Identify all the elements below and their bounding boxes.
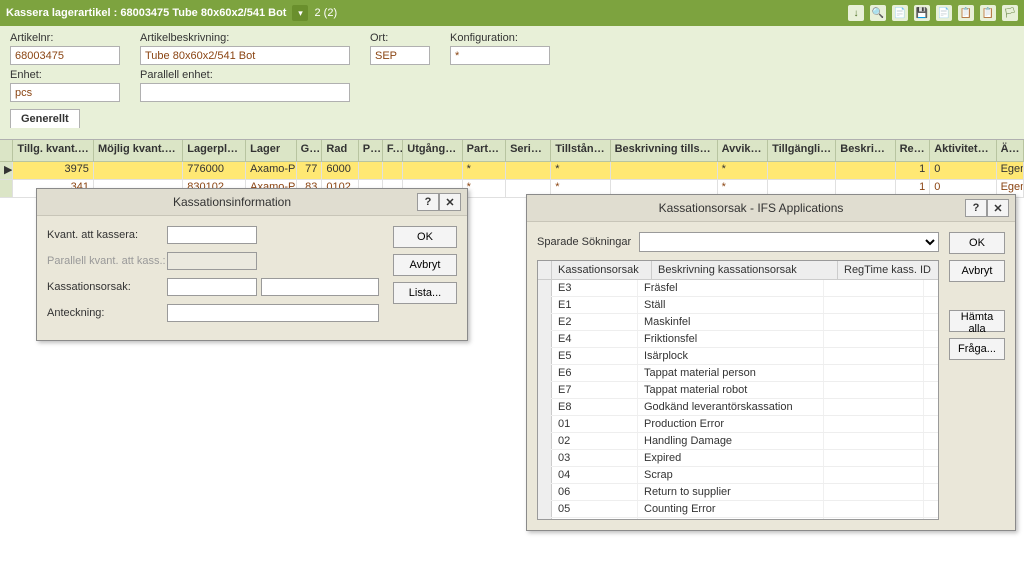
table-row[interactable]: ▶3975776000Axamo-P776000***10Egen (0, 162, 1024, 180)
dialog1-avbryt-button[interactable]: Avbryt (393, 254, 457, 276)
label-konfiguration: Konfiguration: (450, 32, 550, 44)
reason-row[interactable]: 07Quality problem from previous WC. (538, 518, 938, 520)
dialog1-title: Kassationsinformation (43, 195, 417, 209)
col-aktivitet[interactable]: Aktivitetss... (930, 140, 996, 162)
reason-row[interactable]: E1Ställ (538, 297, 938, 314)
input-ort[interactable] (370, 46, 430, 65)
reason-row[interactable]: 01Production Error (538, 416, 938, 433)
input-kassationsorsak-code[interactable] (167, 278, 257, 296)
window-title: Kassera lagerartikel : 68003475 Tube 80x… (6, 7, 286, 19)
label-kassationsorsak: Kassationsorsak: (47, 281, 167, 293)
record-counter: 2 (2) (314, 7, 337, 19)
input-parallell-kvant (167, 252, 257, 270)
input-beskrivning[interactable] (140, 46, 350, 65)
toolbar-icon-2[interactable]: 📄 (892, 5, 908, 21)
app-titlebar: Kassera lagerartikel : 68003475 Tube 80x… (0, 0, 1024, 26)
label-parallell-enhet: Parallell enhet: (140, 69, 350, 81)
toolbar-icon-3[interactable]: 💾 (914, 5, 930, 21)
reason-row[interactable]: 03Expired (538, 450, 938, 467)
label-anteckning: Anteckning: (47, 307, 167, 319)
reason-row[interactable]: E8Godkänd leverantörskassation (538, 399, 938, 416)
dialog1-lista-button[interactable]: Lista... (393, 282, 457, 304)
dialog1-close-button[interactable]: ✕ (439, 193, 461, 211)
col-rev[interactable]: Rev... (896, 140, 931, 162)
reason-table[interactable]: Kassationsorsak Beskrivning kassationsor… (537, 260, 939, 520)
toolbar-icon-0[interactable]: ↓ (848, 5, 864, 21)
col-serienr[interactable]: Serienr (506, 140, 551, 162)
dialog1-ok-button[interactable]: OK (393, 226, 457, 248)
col-agare[interactable]: Ägare (997, 140, 1024, 162)
label-enhet: Enhet: (10, 69, 120, 81)
col-kassationsorsak[interactable]: Kassationsorsak (552, 261, 652, 279)
header-fields: Artikelnr: Artikelbeskrivning: Ort: Konf… (0, 26, 1024, 139)
input-parallell-enhet[interactable] (140, 83, 350, 102)
dialog-kassationsinformation: Kassationsinformation ? ✕ Kvant. att kas… (36, 188, 468, 341)
dialog2-hamta-alla-button[interactable]: Hämta alla (949, 310, 1005, 332)
dialog2-avbryt-button[interactable]: Avbryt (949, 260, 1005, 282)
toolbar-icon-4[interactable]: 📄 (936, 5, 952, 21)
reason-row[interactable]: E6Tappat material person (538, 365, 938, 382)
label-beskrivning: Artikelbeskrivning: (140, 32, 350, 44)
title-dropdown-icon[interactable]: ▾ (292, 5, 308, 21)
label-sparade-sokningar: Sparade Sökningar (537, 236, 631, 248)
grid-header: Tillg. kvant. ... Möjlig kvant. att k...… (0, 140, 1024, 162)
col-rad[interactable]: Rad (322, 140, 358, 162)
col-regtime[interactable]: RegTime kass. ID (838, 261, 938, 279)
col-ga[interactable]: Gå... (297, 140, 323, 162)
reason-row[interactable]: 04Scrap (538, 467, 938, 484)
reason-row[interactable]: 02Handling Damage (538, 433, 938, 450)
input-enhet[interactable] (10, 83, 120, 102)
col-beskrivning-kass[interactable]: Beskrivning kassationsorsak (652, 261, 838, 279)
dialog2-ok-button[interactable]: OK (949, 232, 1005, 254)
dialog2-fraga-button[interactable]: Fråga... (949, 338, 1005, 360)
label-artnr: Artikelnr: (10, 32, 120, 44)
label-parallell-kvant: Parallell kvant. att kass.: (47, 255, 167, 267)
col-tillstand[interactable]: Tillstånds... (551, 140, 610, 162)
reason-row[interactable]: E7Tappat material robot (538, 382, 938, 399)
col-beskrivning[interactable]: Beskrivnin... (836, 140, 895, 162)
col-tillg[interactable]: Tillg. kvant. ... (13, 140, 94, 162)
input-kassationsorsak-desc[interactable] (261, 278, 379, 296)
input-kvant-kassera[interactable] (167, 226, 257, 244)
col-avvikel[interactable]: Avvikel... (718, 140, 769, 162)
input-konfiguration[interactable] (450, 46, 550, 65)
reason-row[interactable]: E2Maskinfel (538, 314, 938, 331)
dialog1-help-button[interactable]: ? (417, 193, 439, 211)
toolbar-icon-1[interactable]: 🔍 (870, 5, 886, 21)
col-utg[interactable]: Utgångsd... (403, 140, 462, 162)
col-pl[interactable]: Pl... (359, 140, 383, 162)
reason-row[interactable]: E5Isärplock (538, 348, 938, 365)
reason-row[interactable]: 05Counting Error (538, 501, 938, 518)
tab-generellt[interactable]: Generellt (10, 109, 80, 128)
toolbar-icon-7[interactable]: 🏳 (1002, 5, 1018, 21)
col-beskrivning-tillstand[interactable]: Beskrivning tillstån... (611, 140, 718, 162)
dialog2-title: Kassationsorsak - IFS Applications (533, 201, 965, 215)
dialog2-close-button[interactable]: ✕ (987, 199, 1009, 217)
input-artnr[interactable] (10, 46, 120, 65)
select-sparade-sokningar[interactable] (639, 232, 939, 252)
toolbar: ↓ 🔍 📄 💾 📄 📋 📋 🏳 (848, 5, 1018, 21)
reason-row[interactable]: E3Fräsfel (538, 280, 938, 297)
col-lagerplats[interactable]: Lagerplats (183, 140, 246, 162)
dialog2-help-button[interactable]: ? (965, 199, 987, 217)
reason-row[interactable]: E4Friktionsfel (538, 331, 938, 348)
col-partinr[interactable]: Partinr (463, 140, 506, 162)
label-kvant-kassera: Kvant. att kassera: (47, 229, 167, 241)
toolbar-icon-6[interactable]: 📋 (980, 5, 996, 21)
col-tillganglighet[interactable]: Tillgängligh... (768, 140, 836, 162)
col-f[interactable]: F... (383, 140, 403, 162)
col-lager[interactable]: Lager (246, 140, 297, 162)
label-ort: Ort: (370, 32, 430, 44)
toolbar-icon-5[interactable]: 📋 (958, 5, 974, 21)
col-mojlig[interactable]: Möjlig kvant. att k... (94, 140, 183, 162)
input-anteckning[interactable] (167, 304, 379, 322)
reason-row[interactable]: 06Return to supplier (538, 484, 938, 501)
dialog-kassationsorsak: Kassationsorsak - IFS Applications ? ✕ S… (526, 194, 1016, 531)
